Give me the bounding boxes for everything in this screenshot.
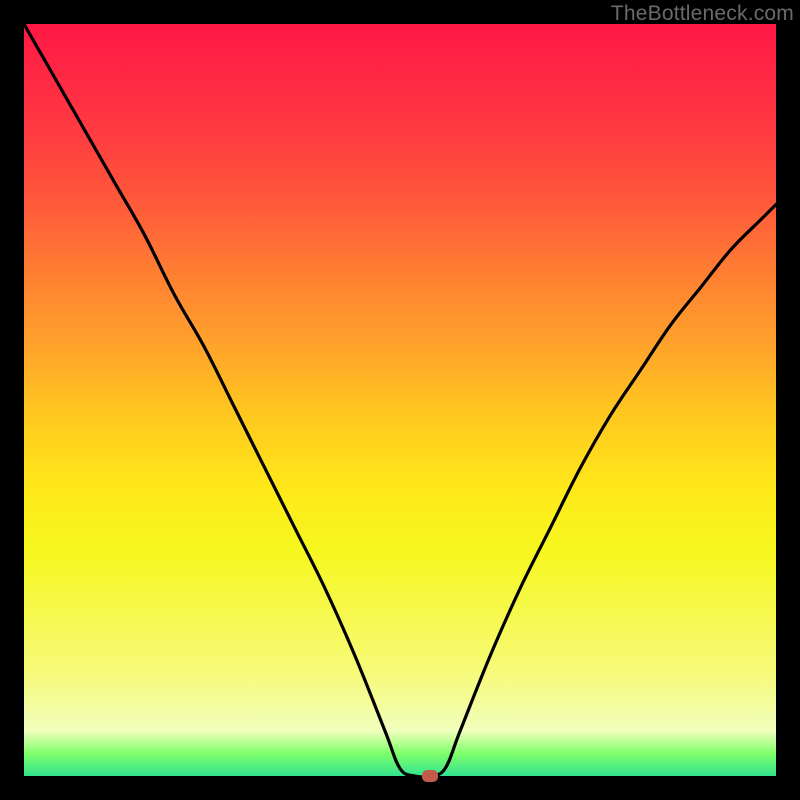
bottleneck-curve	[24, 24, 776, 776]
chart-frame: TheBottleneck.com	[0, 0, 800, 800]
curve-svg	[24, 24, 776, 776]
min-marker	[422, 770, 438, 782]
watermark-text: TheBottleneck.com	[611, 2, 794, 26]
plot-area	[24, 24, 776, 776]
